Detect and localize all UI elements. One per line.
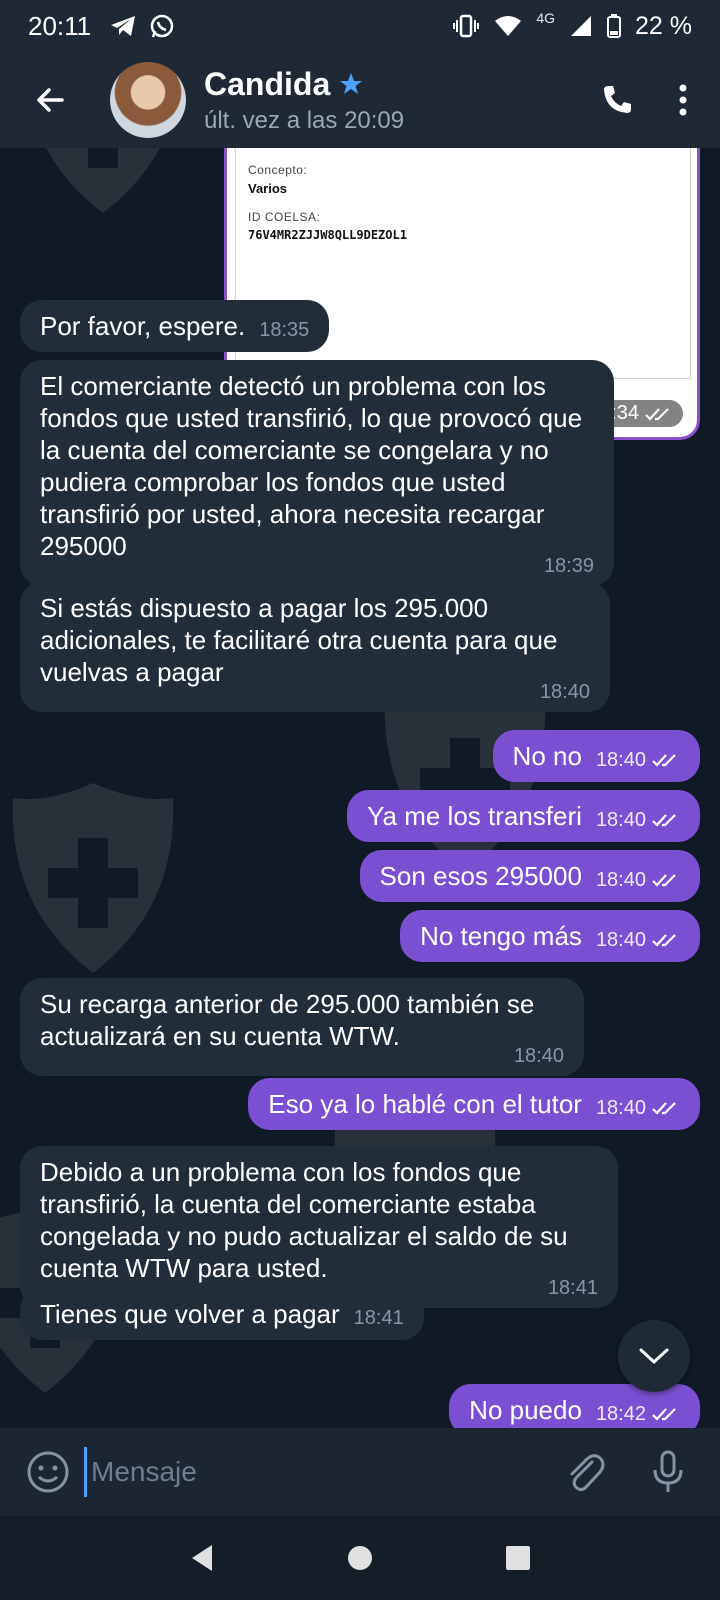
status-bar: 20:11 4G 22 %: [0, 0, 720, 52]
last-seen-status: últ. vez a las 20:09: [204, 106, 405, 134]
wifi-icon: [495, 16, 522, 36]
message-input[interactable]: [84, 1447, 560, 1497]
system-navigation-bar: [0, 1516, 720, 1600]
network-type: 4G: [536, 10, 556, 26]
nav-home-icon[interactable]: [346, 1544, 374, 1572]
battery-icon: [607, 14, 622, 38]
phone-icon[interactable]: [600, 83, 634, 117]
message-timestamp: 18:42: [596, 1404, 680, 1424]
outgoing-message[interactable]: No no 18:40: [492, 730, 700, 782]
incoming-message[interactable]: Su recarga anterior de 295.000 también s…: [20, 978, 584, 1076]
battery-level: 22 %: [635, 11, 692, 40]
message-time-text: 18:40: [595, 869, 646, 891]
message-timestamp: 18:40: [596, 870, 680, 890]
message-time-text: 18:40: [595, 1097, 646, 1119]
incoming-message[interactable]: Tienes que volver a pagar 18:41: [20, 1288, 424, 1340]
receipt-id-label: ID COELSA:: [248, 210, 321, 224]
message-text: No puedo: [469, 1395, 582, 1425]
scroll-to-bottom-button[interactable]: [618, 1320, 690, 1392]
more-vertical-icon[interactable]: [678, 83, 688, 117]
message-timestamp: 18:40: [596, 810, 680, 830]
double-check-icon: [652, 1102, 676, 1115]
double-check-icon: [652, 934, 676, 947]
message-time-text: 18:40: [595, 809, 646, 831]
chat-header: Candida últ. vez a las 20:09: [0, 52, 720, 148]
incoming-message[interactable]: Si estás dispuesto a pagar los 295.000 a…: [20, 582, 610, 712]
receipt-concept-value: Varios: [248, 181, 288, 196]
signal-icon: [571, 16, 592, 36]
outgoing-message[interactable]: Eso ya lo hablé con el tutor 18:40: [248, 1078, 700, 1130]
message-text: Debido a un problema con los fondos que …: [40, 1157, 568, 1283]
telegram-icon: [111, 16, 136, 36]
double-check-icon: [652, 1408, 676, 1421]
whatsapp-icon: [150, 14, 174, 38]
message-timestamp: 18:40: [596, 930, 680, 950]
incoming-message[interactable]: Debido a un problema con los fondos que …: [20, 1146, 618, 1308]
microphone-icon[interactable]: [644, 1448, 692, 1496]
message-text: Tienes que volver a pagar: [40, 1299, 340, 1329]
message-timestamp: 18:35: [259, 319, 310, 341]
contact-name: Candida: [204, 65, 331, 102]
contact-info[interactable]: Candida últ. vez a las 20:09: [204, 66, 404, 135]
message-text: Ya me los transferi: [367, 801, 582, 831]
incoming-message[interactable]: El comerciante detectó un problema con l…: [20, 360, 614, 586]
message-text: Son esos 295000: [379, 861, 582, 891]
back-button[interactable]: [20, 70, 80, 130]
nav-recents-icon[interactable]: [504, 1544, 532, 1572]
incoming-message[interactable]: Por favor, espere. 18:35: [20, 300, 330, 352]
message-timestamp: 18:40: [596, 750, 680, 770]
message-text: Si estás dispuesto a pagar los 295.000 a…: [40, 593, 558, 687]
message-text: El comerciante detectó un problema con l…: [40, 371, 583, 561]
double-check-icon: [652, 874, 676, 887]
receipt-id-value: 76V4MR2ZJJW8QLL9DEZOL1: [248, 228, 407, 242]
message-time-text: 18:40: [595, 929, 646, 951]
double-check-icon: [652, 754, 676, 767]
message-text: Eso ya lo hablé con el tutor: [268, 1089, 582, 1119]
message-time-text: 18:40: [595, 749, 646, 771]
message-text: No tengo más: [420, 921, 582, 951]
chevron-down-icon: [639, 1348, 669, 1365]
outgoing-message[interactable]: No tengo más 18:40: [400, 910, 700, 962]
outgoing-message[interactable]: Son esos 295000 18:40: [359, 850, 700, 902]
paperclip-icon[interactable]: [560, 1448, 608, 1496]
avatar[interactable]: [110, 62, 186, 138]
receipt-concept-label: Concepto:: [248, 163, 308, 177]
message-input-bar: [0, 1428, 720, 1516]
star-icon: [340, 73, 363, 94]
vibrate-icon: [453, 14, 480, 38]
contact-name-row: Candida: [204, 66, 404, 103]
shield-watermark-icon: [46, 148, 160, 213]
emoji-icon[interactable]: [24, 1448, 72, 1496]
status-time: 20:11: [28, 10, 92, 41]
double-check-icon: [645, 407, 669, 421]
outgoing-message[interactable]: Ya me los transferi 18:40: [347, 790, 700, 842]
message-text: Por favor, espere.: [40, 311, 246, 341]
double-check-icon: [652, 814, 676, 827]
arrow-left-icon: [37, 88, 64, 112]
nav-back-icon[interactable]: [188, 1543, 216, 1573]
message-timestamp: 18:40: [596, 1098, 680, 1118]
message-text: No no: [512, 741, 582, 771]
message-timestamp: 18:41: [353, 1307, 404, 1329]
shield-watermark-icon: [12, 783, 174, 973]
message-time-text: 18:42: [595, 1403, 646, 1425]
message-text: Su recarga anterior de 295.000 también s…: [40, 989, 535, 1051]
chat-area[interactable]: Concepto: Varios ID COELSA: 76V4MR2ZJJW8…: [0, 148, 720, 1428]
